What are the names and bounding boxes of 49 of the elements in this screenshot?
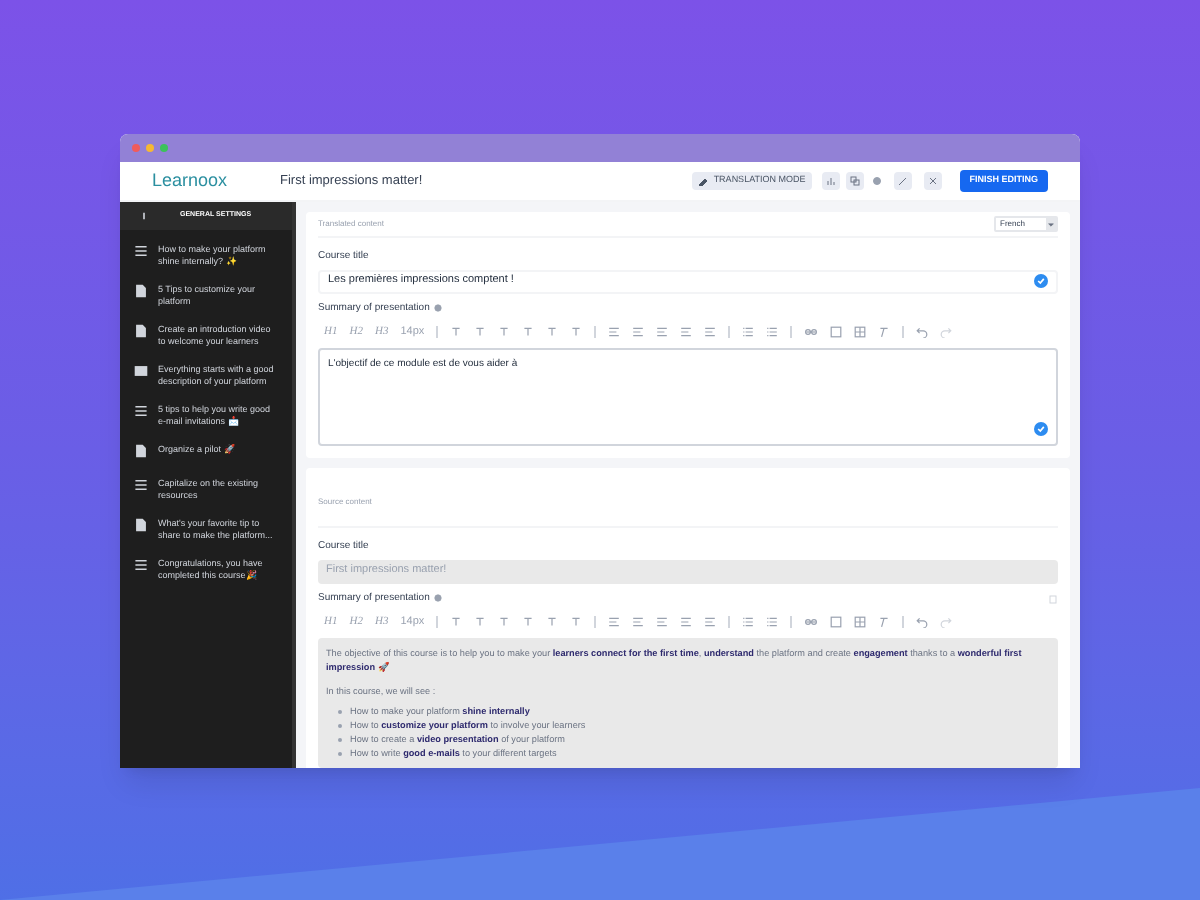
redo-icon bbox=[940, 326, 953, 338]
undo-icon bbox=[916, 616, 929, 628]
copy-button[interactable] bbox=[845, 172, 864, 190]
bullet-list-icon bbox=[742, 326, 755, 338]
bullet-list-icon bbox=[742, 616, 755, 628]
copy-icon bbox=[849, 176, 860, 186]
align-right-icon bbox=[656, 326, 669, 338]
link-icon bbox=[804, 616, 819, 628]
list-icon bbox=[134, 558, 148, 572]
strike-icon bbox=[522, 616, 535, 628]
link-icon bbox=[804, 326, 819, 338]
align-right-icon bbox=[656, 616, 669, 628]
screen-icon bbox=[134, 364, 148, 378]
numbered-list-icon bbox=[766, 326, 779, 338]
list-icon bbox=[134, 404, 148, 418]
caret-icon bbox=[1048, 221, 1054, 227]
logo: Learnoox bbox=[152, 167, 230, 194]
table-icon bbox=[854, 616, 867, 628]
edit-button[interactable] bbox=[893, 172, 912, 190]
chart-icon bbox=[825, 176, 836, 186]
align-center-icon bbox=[632, 326, 645, 338]
list-icon bbox=[134, 478, 148, 492]
align-center-icon bbox=[632, 616, 645, 628]
strike-icon bbox=[522, 326, 535, 338]
table-icon bbox=[854, 326, 867, 338]
list-icon bbox=[134, 244, 148, 258]
align-left-icon bbox=[608, 616, 621, 628]
image-icon bbox=[830, 616, 843, 628]
document-icon bbox=[134, 284, 148, 298]
close-button[interactable] bbox=[923, 172, 942, 190]
redo-icon bbox=[940, 616, 953, 628]
stats-button[interactable] bbox=[821, 172, 840, 190]
clear-format-icon bbox=[878, 616, 891, 628]
close-icon bbox=[927, 176, 938, 186]
undo-icon bbox=[916, 326, 929, 338]
document-icon bbox=[134, 444, 148, 458]
image-icon bbox=[830, 326, 843, 338]
align-left-icon bbox=[608, 326, 621, 338]
document-icon bbox=[134, 324, 148, 338]
bold-icon bbox=[450, 326, 463, 338]
numbered-list-icon bbox=[766, 616, 779, 628]
justify-icon bbox=[680, 326, 693, 338]
copy-icon bbox=[1048, 593, 1058, 604]
document-icon bbox=[134, 518, 148, 532]
justify-icon bbox=[680, 616, 693, 628]
indent-icon bbox=[704, 326, 717, 338]
clear-format-icon bbox=[878, 326, 891, 338]
bold-icon bbox=[450, 616, 463, 628]
indent-icon bbox=[704, 616, 717, 628]
